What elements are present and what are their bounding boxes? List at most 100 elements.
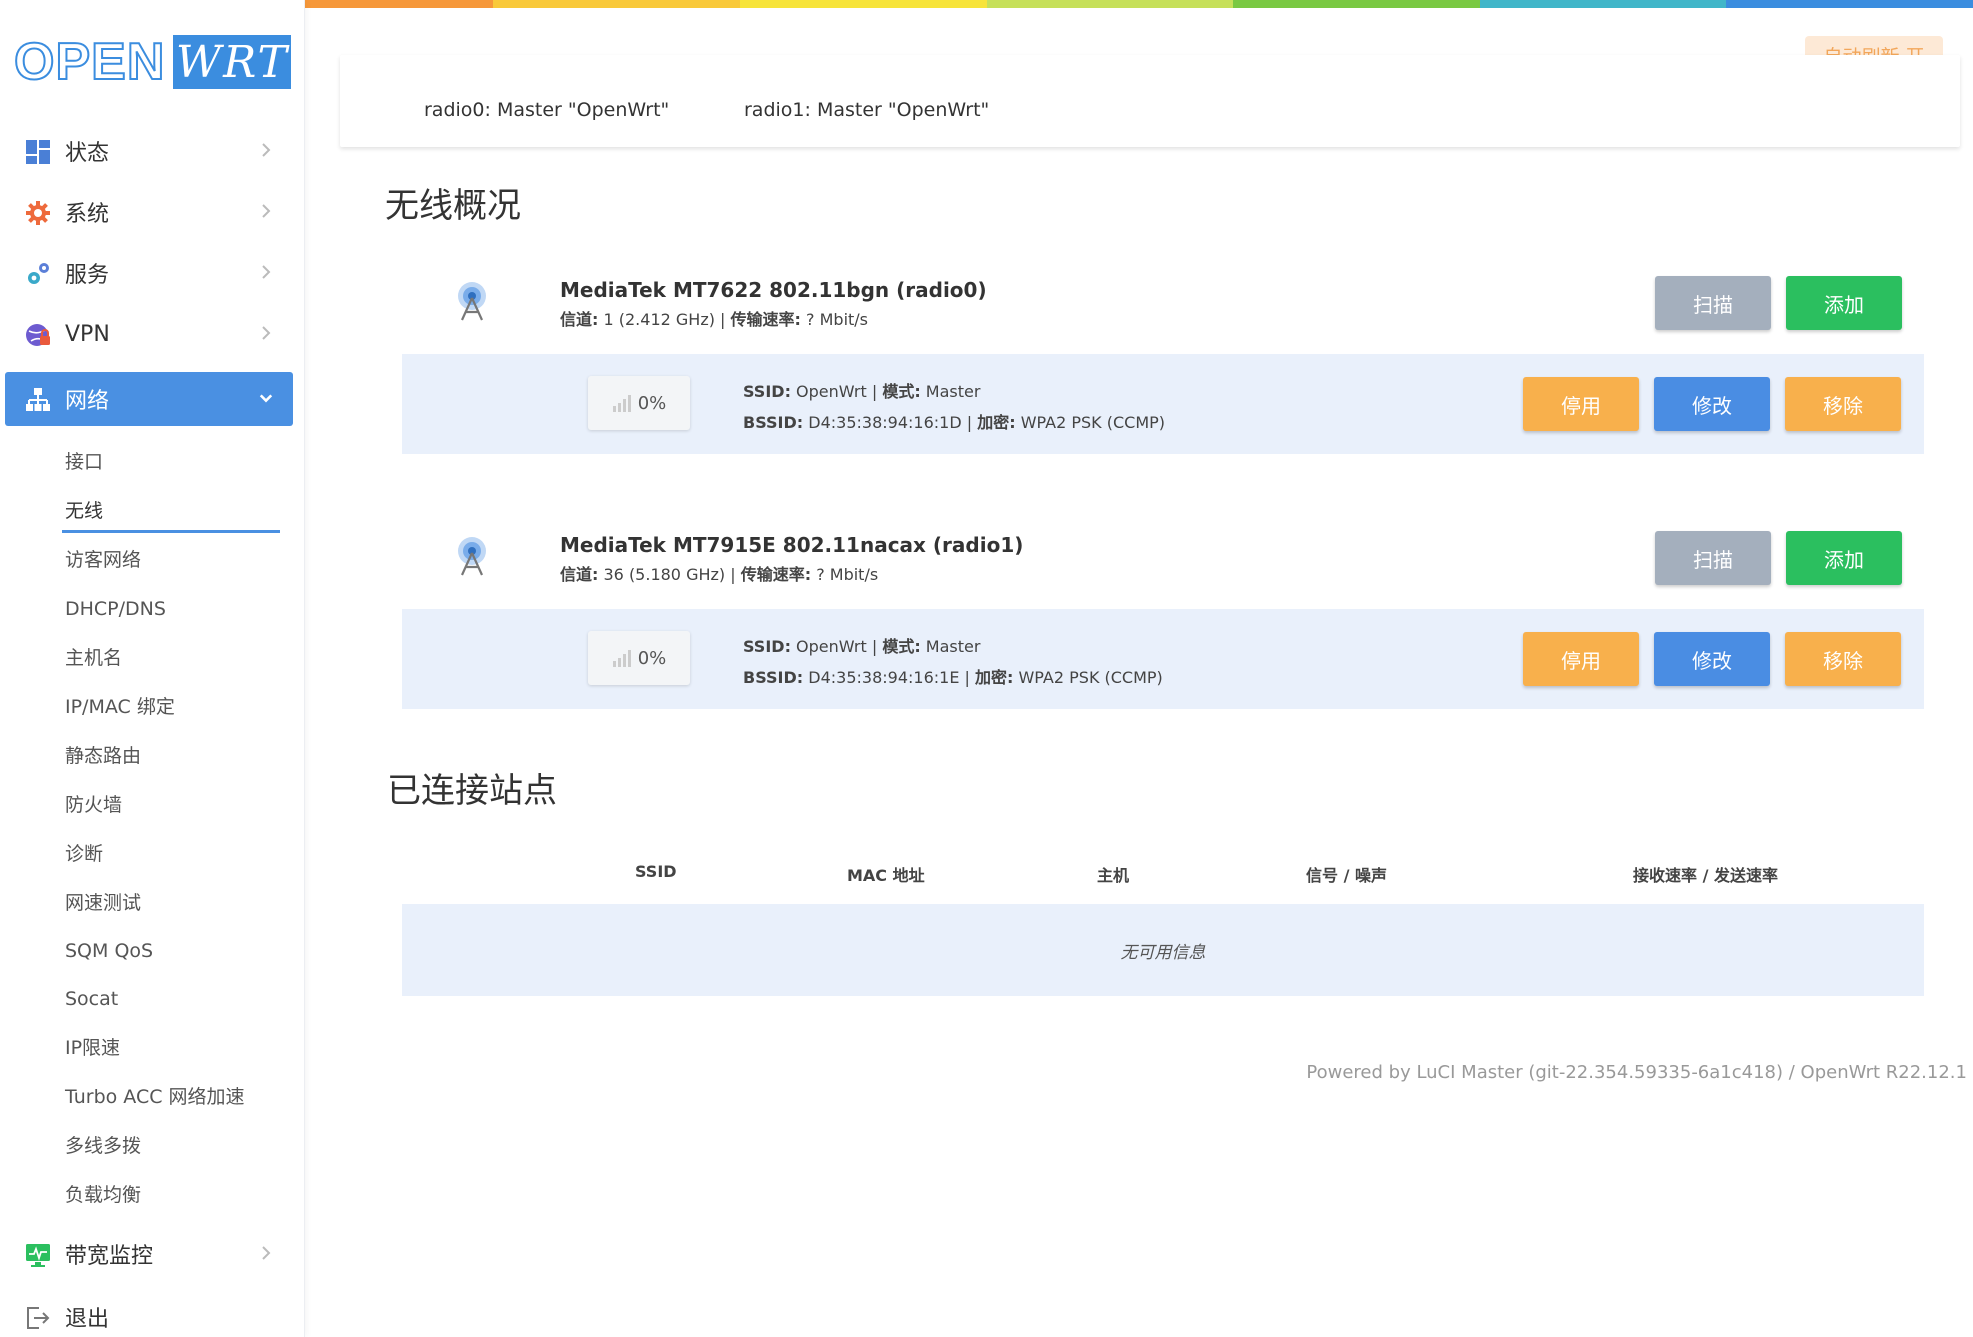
add-network-button[interactable]: 添加 xyxy=(1786,531,1902,585)
bssid-value: D4:35:38:94:16:1D xyxy=(803,413,962,432)
network-icon xyxy=(26,388,50,411)
submenu-item-ip-mac-binding[interactable]: IP/MAC 绑定 xyxy=(65,692,175,722)
sidebar: OPEN WRT 状态 系统 服务 VPN 网络 接口 无线 访客网络 DHCP… xyxy=(0,0,305,1337)
column-header-ssid: SSID xyxy=(635,862,677,881)
bssid-label: BSSID: xyxy=(743,668,804,687)
bitrate-label: 传输速率: xyxy=(740,565,812,584)
bitrate-value: ? Mbit/s xyxy=(811,565,879,584)
sidebar-item-label: 服务 xyxy=(65,263,110,288)
channel-label: 信道: xyxy=(560,310,599,329)
disable-button[interactable]: 停用 xyxy=(1523,632,1639,686)
channel-label: 信道: xyxy=(560,565,599,584)
signal-percent: 0% xyxy=(637,647,667,669)
network-ssid-line: SSID: OpenWrt | 模式: Master xyxy=(743,633,980,657)
associated-stations-title: 已连接站点 xyxy=(387,771,557,811)
sidebar-item-system[interactable]: 系统 xyxy=(5,185,293,239)
gears-icon xyxy=(28,263,49,284)
radio-device-name: MediaTek MT7915E 802.11nacax (radio1) xyxy=(560,533,1024,557)
column-header-host: 主机 xyxy=(1097,866,1130,885)
monitor-chart-icon xyxy=(26,1244,50,1267)
associated-stations-table: 无可用信息 xyxy=(402,904,1924,996)
chevron-right-icon xyxy=(262,143,271,157)
wifi-network-row: 0% SSID: OpenWrt | 模式: Master BSSID: D4:… xyxy=(402,609,1924,709)
strip-segment xyxy=(1726,0,1973,8)
submenu-item-interfaces[interactable]: 接口 xyxy=(65,447,103,477)
submenu-item-hostnames[interactable]: 主机名 xyxy=(65,643,122,673)
logo-open-text: OPEN xyxy=(13,33,166,91)
sidebar-item-services[interactable]: 服务 xyxy=(5,246,293,300)
sidebar-item-network[interactable]: 网络 xyxy=(5,372,293,426)
network-bssid-line: BSSID: D4:35:38:94:16:1E | 加密: WPA2 PSK … xyxy=(743,664,1163,688)
remove-button[interactable]: 移除 xyxy=(1785,632,1901,686)
signal-badge: 0% xyxy=(588,631,690,685)
submenu-item-ip-rate-limit[interactable]: IP限速 xyxy=(65,1033,120,1063)
disable-button[interactable]: 停用 xyxy=(1523,377,1639,431)
submenu-item-load-balancing[interactable]: 负载均衡 xyxy=(65,1180,141,1210)
signal-bars-icon xyxy=(612,650,631,667)
radio-device-name: MediaTek MT7622 802.11bgn (radio0) xyxy=(560,278,987,302)
strip-segment xyxy=(1233,0,1480,8)
dashboard-icon xyxy=(26,140,50,164)
submenu-item-multiwan-dial[interactable]: 多线多拨 xyxy=(65,1131,141,1161)
scan-button[interactable]: 扫描 xyxy=(1655,531,1771,585)
chevron-right-icon xyxy=(262,1246,271,1260)
separator: | xyxy=(866,382,883,401)
encryption-label: 加密: xyxy=(977,413,1016,432)
sidebar-item-label: 网络 xyxy=(65,389,110,414)
sidebar-item-vpn[interactable]: VPN xyxy=(5,307,293,361)
submenu-item-guest-network[interactable]: 访客网络 xyxy=(65,545,141,575)
sidebar-item-bandwidth-monitor[interactable]: 带宽监控 xyxy=(5,1227,293,1281)
sidebar-item-label: VPN xyxy=(65,321,110,347)
column-header-signal-noise: 信号 / 噪声 xyxy=(1306,866,1387,885)
submenu-item-wireless[interactable]: 无线 xyxy=(65,496,103,526)
submenu-item-turbo-acc[interactable]: Turbo ACC 网络加速 xyxy=(65,1082,245,1112)
channel-value: 1 (2.412 GHz) xyxy=(598,310,715,329)
radio-device-info: 信道: 36 (5.180 GHz) | 传输速率: ? Mbit/s xyxy=(560,561,878,585)
encryption-value: WPA2 PSK (CCMP) xyxy=(1013,668,1163,687)
separator: | xyxy=(714,310,731,329)
network-ssid-line: SSID: OpenWrt | 模式: Master xyxy=(743,378,980,402)
encryption-label: 加密: xyxy=(974,668,1014,687)
sidebar-item-status[interactable]: 状态 xyxy=(5,124,293,178)
signal-badge: 0% xyxy=(588,376,690,430)
separator: | xyxy=(725,565,741,584)
strip-segment xyxy=(493,0,740,8)
signal-percent: 0% xyxy=(637,392,667,414)
separator: | xyxy=(959,668,975,687)
wifi-antenna-icon xyxy=(458,282,486,321)
submenu-item-diagnostics[interactable]: 诊断 xyxy=(65,839,103,869)
sidebar-item-label: 状态 xyxy=(65,141,110,166)
tab-radio1[interactable]: radio1: Master "OpenWrt" xyxy=(744,99,989,121)
wireless-overview-title: 无线概况 xyxy=(385,186,521,226)
sidebar-item-logout[interactable]: 退出 xyxy=(5,1290,293,1337)
scan-button[interactable]: 扫描 xyxy=(1655,276,1771,330)
sidebar-item-label: 带宽监控 xyxy=(65,1244,154,1269)
submenu-item-speedtest[interactable]: 网速测试 xyxy=(65,888,141,918)
strip-segment xyxy=(986,0,1234,8)
openwrt-logo[interactable]: OPEN WRT xyxy=(13,33,292,91)
ssid-label: SSID: xyxy=(743,382,791,401)
edit-button[interactable]: 修改 xyxy=(1654,632,1770,686)
submenu-item-firewall[interactable]: 防火墙 xyxy=(65,790,122,820)
bitrate-label: 传输速率: xyxy=(730,310,801,329)
active-submenu-underline xyxy=(62,530,280,533)
radio-tabs-bar: radio0: Master "OpenWrt" radio1: Master … xyxy=(340,55,1960,147)
chevron-right-icon xyxy=(262,204,271,218)
sidebar-item-label: 退出 xyxy=(65,1307,110,1332)
submenu-item-sqm-qos[interactable]: SQM QoS xyxy=(65,936,153,966)
remove-button[interactable]: 移除 xyxy=(1785,377,1901,431)
wifi-antenna-icon xyxy=(458,537,486,576)
ssid-label: SSID: xyxy=(743,637,791,656)
ssid-value: OpenWrt xyxy=(790,637,867,656)
strip-segment xyxy=(1479,0,1727,8)
submenu-item-socat[interactable]: Socat xyxy=(65,984,118,1014)
chevron-right-icon xyxy=(262,326,271,340)
add-network-button[interactable]: 添加 xyxy=(1786,276,1902,330)
submenu-item-static-routes[interactable]: 静态路由 xyxy=(65,741,141,771)
submenu-item-dhcp-dns[interactable]: DHCP/DNS xyxy=(65,594,166,624)
edit-button[interactable]: 修改 xyxy=(1654,377,1770,431)
strip-segment xyxy=(739,0,987,8)
tab-radio0[interactable]: radio0: Master "OpenWrt" xyxy=(424,99,669,121)
column-header-mac: MAC 地址 xyxy=(847,866,925,885)
chevron-right-icon xyxy=(262,265,271,279)
